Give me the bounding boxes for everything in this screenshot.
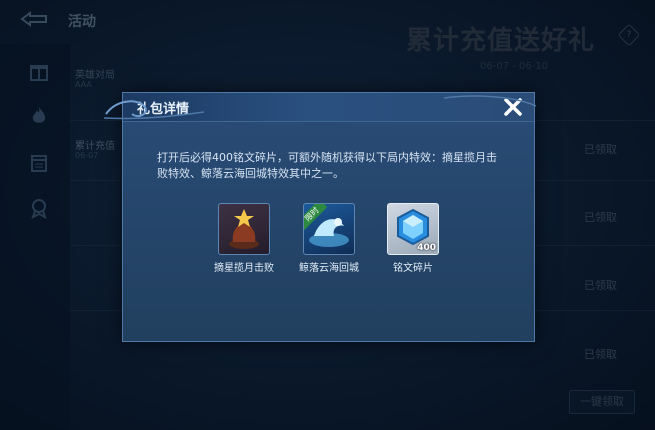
whale-recall-icon: 限时 [303, 203, 355, 255]
modal-description: 打开后必得400铭文碎片，可额外随机获得以下局内特效：摘星揽月击败特效、鲸落云海… [157, 151, 497, 180]
reward-item-label: 摘星揽月击败 [214, 263, 274, 274]
reward-count: 400 [417, 243, 436, 253]
star-trophy-icon [218, 203, 270, 255]
gift-detail-modal: 礼包详情 打开后必得400铭文碎片，可额外随机获得以下局内特效：摘星揽月击败特效… [122, 92, 535, 342]
inscription-shard-icon: 400 [387, 203, 439, 255]
reward-item[interactable]: 400 铭文碎片 [383, 203, 443, 275]
reward-item[interactable]: 摘星揽月击败 [214, 203, 274, 275]
modal-decoration-swirl [104, 95, 537, 120]
reward-item-label: 铭文碎片 [393, 263, 433, 274]
reward-item-label: 鲸落云海回城 [299, 263, 359, 274]
reward-item[interactable]: 限时 鲸落云海回城 [299, 203, 359, 275]
